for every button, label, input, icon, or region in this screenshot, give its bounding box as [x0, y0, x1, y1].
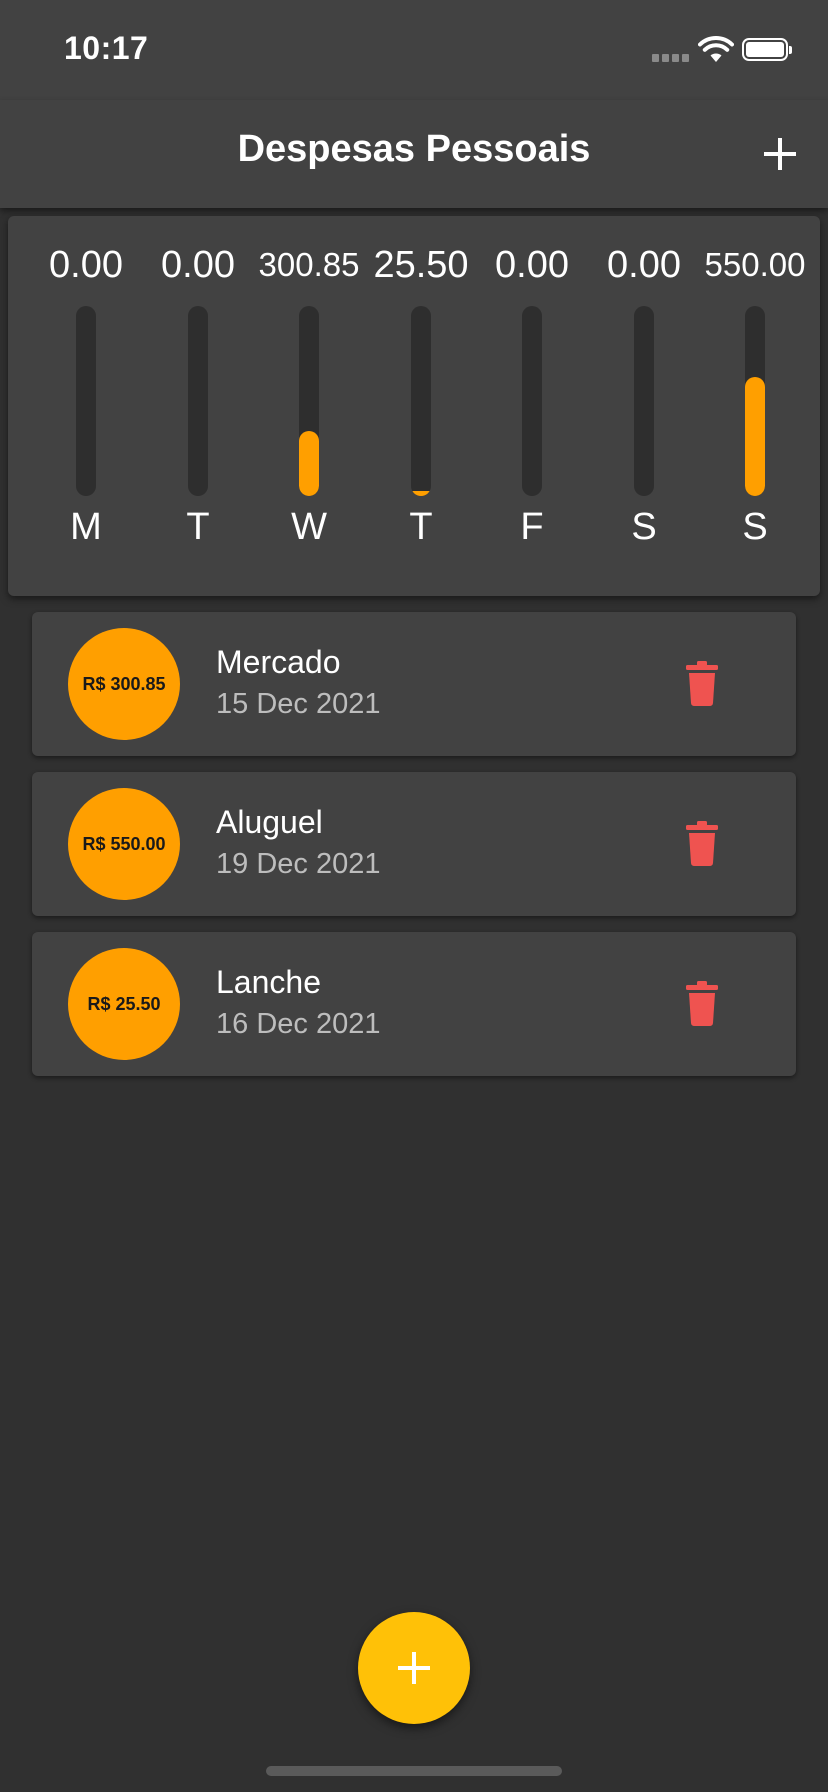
- trash-icon: [686, 981, 718, 1026]
- home-indicator: [266, 1766, 562, 1776]
- delete-button[interactable]: [676, 818, 728, 870]
- day-label: S: [631, 506, 657, 548]
- chart-day-saturday: 0.00 S: [588, 216, 700, 596]
- transaction-title: Mercado: [216, 644, 341, 680]
- day-label: F: [520, 506, 544, 548]
- transaction-date: 16 Dec 2021: [216, 1008, 381, 1040]
- bar-track: [634, 306, 654, 496]
- add-transaction-button[interactable]: [760, 134, 800, 174]
- plus-icon: [398, 1652, 430, 1684]
- delete-button[interactable]: [676, 978, 728, 1030]
- chart-day-sunday: 550.00 S: [699, 216, 811, 596]
- bar-track: [411, 306, 431, 496]
- wifi-icon: [698, 36, 734, 62]
- page-title: Despesas Pessoais: [237, 128, 591, 170]
- day-label: T: [186, 506, 210, 548]
- chart-day-tuesday: 0.00 T: [142, 216, 254, 596]
- transaction-title: Lanche: [216, 964, 321, 1000]
- delete-button[interactable]: [676, 658, 728, 710]
- trash-icon: [686, 661, 718, 706]
- chart-day-wednesday: 300.85 W: [253, 216, 365, 596]
- battery-icon: [742, 38, 792, 61]
- app-bar: Despesas Pessoais: [0, 100, 828, 208]
- transaction-title: Aluguel: [216, 804, 323, 840]
- add-transaction-fab[interactable]: [358, 1612, 470, 1724]
- amount-badge: R$ 550.00: [68, 788, 180, 900]
- amount-badge: R$ 300.85: [68, 628, 180, 740]
- status-time: 10:17: [64, 30, 149, 66]
- transaction-item: R$ 300.85 Mercado 15 Dec 2021: [32, 612, 796, 756]
- bar-fill: [745, 376, 765, 496]
- transaction-date: 19 Dec 2021: [216, 848, 381, 880]
- cellular-signal-icon: [652, 54, 692, 62]
- plus-icon: [764, 138, 796, 170]
- weekly-chart: 0.00 M 0.00 T 300.85 W 25.50 T 0.00 F 0.…: [8, 216, 820, 596]
- day-label: S: [742, 506, 768, 548]
- amount-badge: R$ 25.50: [68, 948, 180, 1060]
- chart-day-friday: 0.00 F: [476, 216, 588, 596]
- bar-fill: [411, 490, 431, 496]
- bar-track: [76, 306, 96, 496]
- status-bar: 10:17: [0, 0, 828, 100]
- day-label: M: [70, 506, 102, 548]
- bar-track: [188, 306, 208, 496]
- transaction-item: R$ 550.00 Aluguel 19 Dec 2021: [32, 772, 796, 916]
- chart-day-thursday: 25.50 T: [365, 216, 477, 596]
- day-total: 550.00: [704, 246, 806, 283]
- bar-fill: [299, 430, 319, 496]
- day-label: W: [291, 506, 327, 548]
- trash-icon: [686, 821, 718, 866]
- transaction-date: 15 Dec 2021: [216, 688, 381, 720]
- transaction-item: R$ 25.50 Lanche 16 Dec 2021: [32, 932, 796, 1076]
- bar-track: [745, 306, 765, 496]
- bar-track: [299, 306, 319, 496]
- chart-day-monday: 0.00 M: [30, 216, 142, 596]
- day-label: T: [409, 506, 433, 548]
- bar-track: [522, 306, 542, 496]
